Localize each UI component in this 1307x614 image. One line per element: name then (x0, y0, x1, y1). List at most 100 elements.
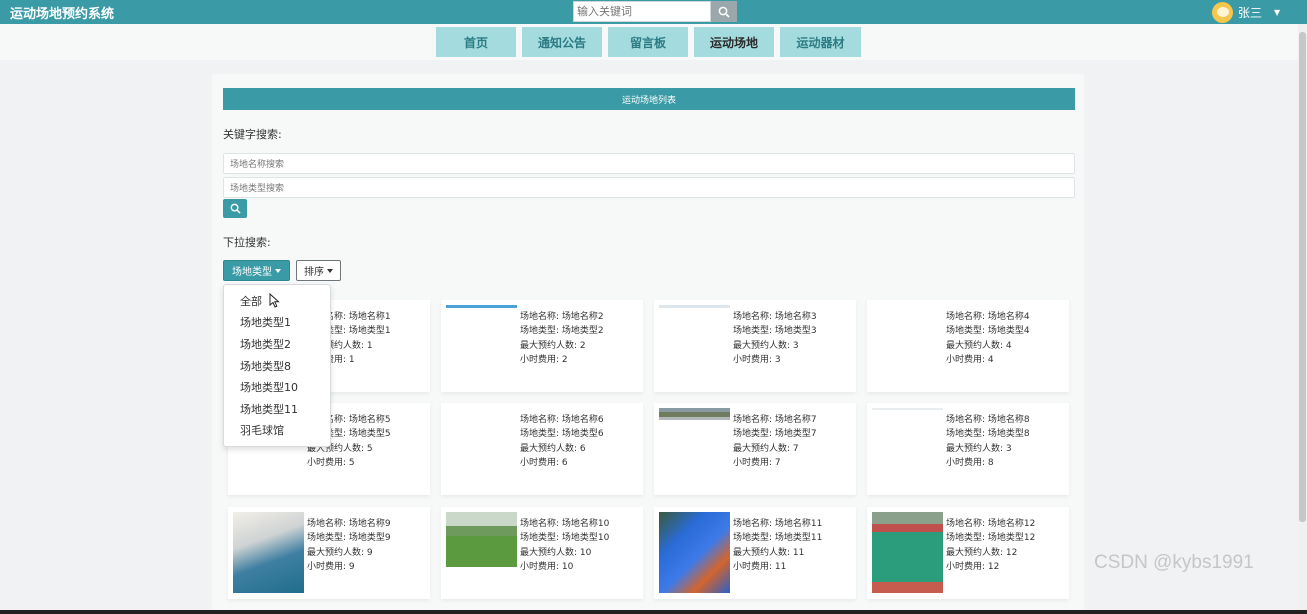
venue-image[interactable] (872, 512, 943, 593)
venue-name-label: 场地名称: (733, 519, 775, 529)
venue-info: 场地名称: 场地名称2 场地类型: 场地类型2 最大预约人数: 2 小时费用: 2 (520, 310, 604, 368)
venue-max-people-row: 最大预约人数: 6 (520, 442, 604, 456)
venue-hourly-fee-value: 4 (987, 355, 994, 366)
nav-home[interactable]: 首页 (436, 27, 516, 57)
watermark: CSDN @kybs1991 (1094, 552, 1254, 573)
menu-item-type2[interactable]: 场地类型2 (224, 333, 330, 355)
venue-card[interactable]: 场地名称: 场地名称9 场地类型: 场地类型9 最大预约人数: 9 小时费用: 9 (228, 507, 430, 599)
venue-image[interactable] (233, 512, 304, 593)
venue-image[interactable] (659, 512, 730, 593)
venue-hourly-fee-value: 9 (348, 562, 355, 573)
menu-item-type10[interactable]: 场地类型10 (224, 376, 330, 398)
venue-name-row: 场地名称: 场地名称10 (520, 517, 609, 531)
venue-type-label: 场地类型: (520, 533, 562, 544)
venue-max-people-row: 最大预约人数: 3 (946, 442, 1030, 456)
nav-message-board[interactable]: 留言板 (608, 27, 688, 57)
user-menu[interactable]: 张三 ▼ (1212, 1, 1280, 23)
venue-card[interactable]: 场地名称: 场地名称12 场地类型: 场地类型12 最大预约人数: 12 小时费用: … (867, 507, 1069, 599)
nav-notice[interactable]: 通知公告 (522, 27, 602, 57)
venue-hourly-fee-value: 5 (348, 458, 355, 469)
venue-max-people-label: 最大预约人数: (520, 340, 580, 351)
venue-type-search-input[interactable]: 场地类型搜索 (223, 177, 1075, 198)
venue-max-people-label: 最大预约人数: (946, 443, 1006, 454)
venue-type-label: 场地类型: (307, 533, 349, 544)
header-search-input[interactable] (573, 1, 711, 22)
nav-equipment[interactable]: 运动器材 (780, 27, 861, 57)
mouse-cursor-icon (269, 293, 280, 308)
header-search-button[interactable] (711, 1, 737, 22)
venue-type-value: 场地类型2 (561, 326, 604, 337)
venue-max-people-label: 最大预约人数: (946, 340, 1006, 351)
header-search (573, 1, 737, 22)
scrollbar-thumb[interactable] (1299, 32, 1306, 522)
page-scrollbar[interactable] (1298, 24, 1307, 614)
venue-name-row: 场地名称: 场地名称3 (733, 310, 817, 324)
venue-type-menu: 全部 场地类型1 场地类型2 场地类型8 场地类型10 场地类型11 羽毛球馆 (223, 284, 331, 447)
caret-down-icon (275, 268, 281, 273)
venue-hourly-fee-label: 小时费用: (733, 355, 775, 366)
venue-max-people-label: 最大预约人数: (733, 547, 793, 558)
venue-name-search-input[interactable]: 场地名称搜索 (223, 153, 1075, 174)
venue-hourly-fee-value: 12 (987, 562, 1000, 573)
menu-item-badminton[interactable]: 羽毛球馆 (224, 420, 330, 442)
venue-type-row: 场地类型: 场地类型4 (946, 324, 1030, 338)
venue-hourly-fee-value: 3 (774, 355, 781, 366)
venue-type-label: 场地类型: (733, 429, 775, 440)
venue-card[interactable]: 场地名称: 场地名称10 场地类型: 场地类型10 最大预约人数: 10 小时费用: … (441, 507, 643, 599)
venue-max-people-label: 最大预约人数: (520, 547, 580, 558)
venue-name-row: 场地名称: 场地名称6 (520, 413, 604, 427)
nav-venues[interactable]: 运动场地 (694, 27, 774, 57)
venue-max-people-label: 最大预约人数: (307, 547, 367, 558)
venue-hourly-fee-value: 11 (774, 562, 787, 573)
venue-info: 场地名称: 场地名称12 场地类型: 场地类型12 最大预约人数: 12 小时费用: … (946, 517, 1035, 575)
venue-image[interactable] (446, 408, 517, 489)
search-icon (718, 6, 730, 18)
venue-info: 场地名称: 场地名称4 场地类型: 场地类型4 最大预约人数: 4 小时费用: 4 (946, 310, 1030, 368)
venue-image[interactable] (659, 408, 730, 489)
venue-info: 场地名称: 场地名称9 场地类型: 场地类型9 最大预约人数: 9 小时费用: 9 (307, 517, 391, 575)
venue-name-value: 场地名称1 (348, 312, 391, 322)
venue-name-value: 场地名称11 (774, 519, 823, 529)
venue-card[interactable]: 场地名称: 场地名称3 场地类型: 场地类型3 最大预约人数: 3 小时费用: 3 (654, 300, 856, 392)
site-brand[interactable]: 运动场地预约系统 (10, 3, 114, 22)
venue-hourly-fee-label: 小时费用: (520, 458, 562, 469)
venue-info: 场地名称: 场地名称3 场地类型: 场地类型3 最大预约人数: 3 小时费用: 3 (733, 310, 817, 368)
venue-max-people-row: 最大预约人数: 12 (946, 546, 1035, 560)
venue-card[interactable]: 场地名称: 场地名称6 场地类型: 场地类型6 最大预约人数: 6 小时费用: 6 (441, 403, 643, 495)
venue-type-value: 场地类型1 (348, 326, 391, 337)
venue-name-value: 场地名称3 (774, 312, 817, 322)
venue-type-value: 场地类型11 (774, 533, 823, 544)
venue-image[interactable] (872, 408, 943, 489)
venue-max-people-row: 最大预约人数: 11 (733, 546, 822, 560)
venue-card[interactable]: 场地名称: 场地名称8 场地类型: 场地类型8 最大预约人数: 3 小时费用: 8 (867, 403, 1069, 495)
venue-image[interactable] (659, 305, 730, 386)
venue-name-label: 场地名称: (520, 519, 562, 529)
venue-type-label: 场地类型: (520, 326, 562, 337)
venue-image[interactable] (446, 305, 517, 386)
menu-item-type8[interactable]: 场地类型8 (224, 355, 330, 377)
venue-type-value: 场地类型10 (561, 533, 610, 544)
venue-card[interactable]: 场地名称: 场地名称2 场地类型: 场地类型2 最大预约人数: 2 小时费用: 2 (441, 300, 643, 392)
venue-image[interactable] (446, 512, 517, 593)
venue-name-row: 场地名称: 场地名称11 (733, 517, 822, 531)
search-icon (230, 203, 241, 214)
venue-hourly-fee-row: 小时费用: 8 (946, 456, 1030, 470)
venue-card[interactable]: 场地名称: 场地名称4 场地类型: 场地类型4 最大预约人数: 4 小时费用: 4 (867, 300, 1069, 392)
venue-card[interactable]: 场地名称: 场地名称7 场地类型: 场地类型7 最大预约人数: 7 小时费用: 7 (654, 403, 856, 495)
venue-max-people-value: 2 (579, 340, 586, 351)
venue-type-row: 场地类型: 场地类型3 (733, 324, 817, 338)
venue-type-row: 场地类型: 场地类型2 (520, 324, 604, 338)
venue-card[interactable]: 场地名称: 场地名称11 场地类型: 场地类型11 最大预约人数: 11 小时费用: … (654, 507, 856, 599)
venue-type-dropdown[interactable]: 场地类型 (223, 260, 290, 281)
venue-name-value: 场地名称4 (987, 312, 1030, 322)
venue-hourly-fee-value: 8 (987, 458, 994, 469)
keyword-search-button[interactable] (223, 199, 247, 218)
bottom-edge (0, 610, 1307, 614)
sort-dropdown[interactable]: 排序 (296, 260, 341, 281)
venue-hourly-fee-row: 小时费用: 7 (733, 456, 817, 470)
menu-item-type11[interactable]: 场地类型11 (224, 398, 330, 420)
menu-item-type1[interactable]: 场地类型1 (224, 312, 330, 334)
venue-hourly-fee-label: 小时费用: (307, 562, 349, 573)
venue-name-row: 场地名称: 场地名称9 (307, 517, 391, 531)
venue-image[interactable] (872, 305, 943, 386)
